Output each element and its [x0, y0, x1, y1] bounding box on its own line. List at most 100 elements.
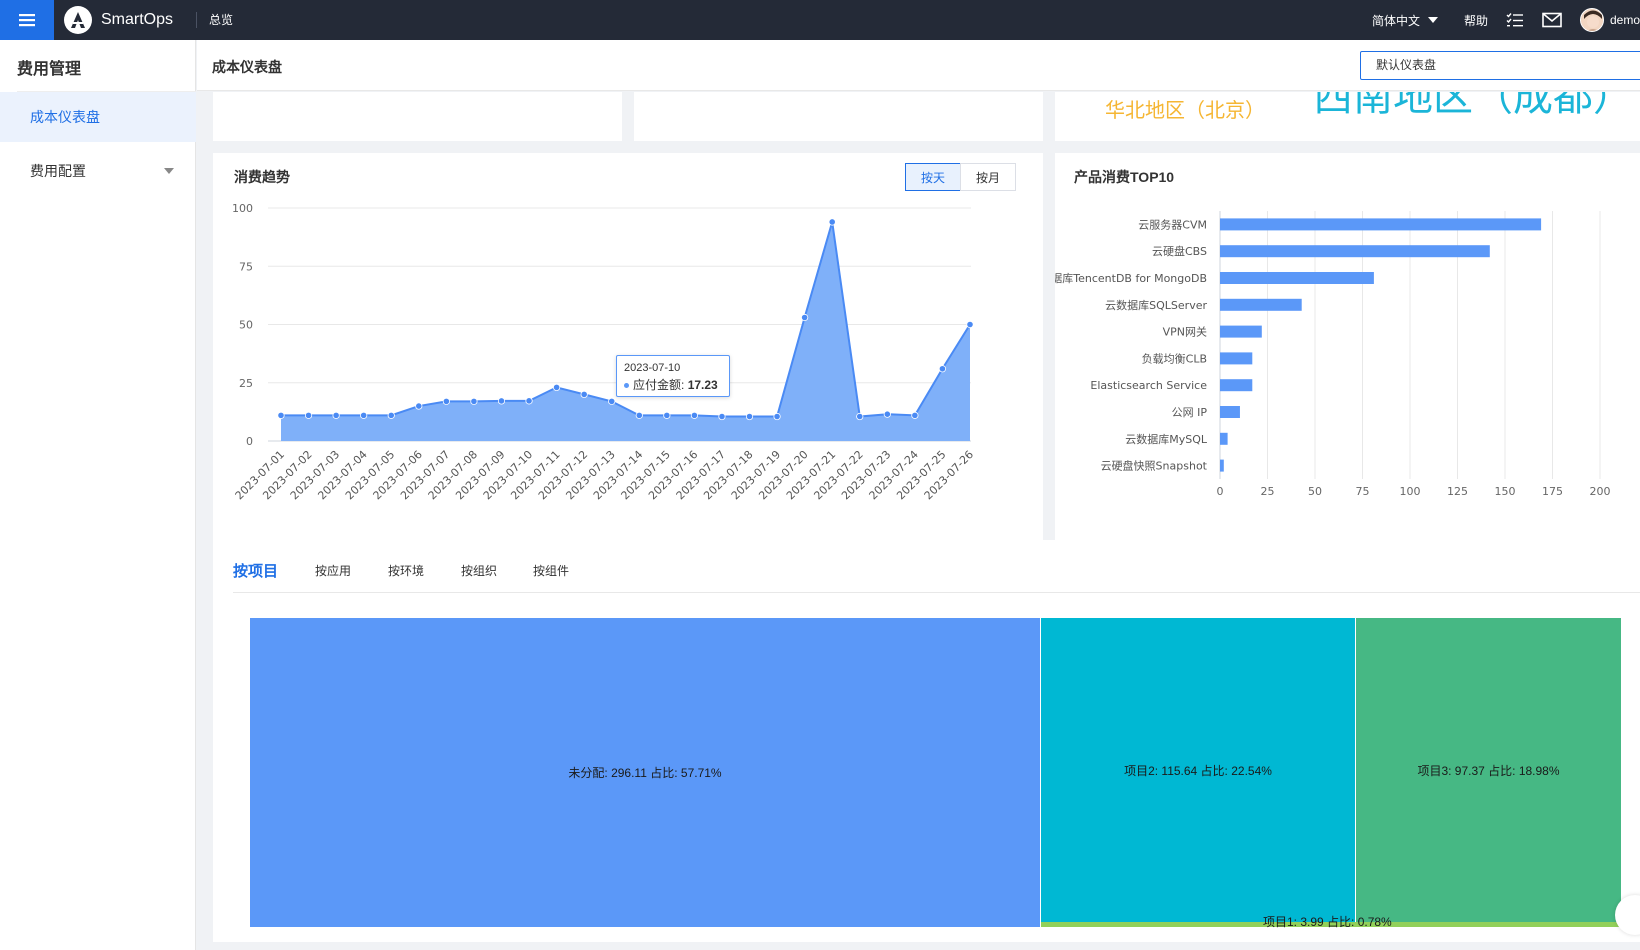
treemap-label: 未分配: 296.11 占比: 57.71%: [568, 766, 722, 780]
trend-chart-card: 消费趋势 按天 按月 0 25 50 75 100 2023-07-01 2023-07-0…: [213, 153, 1043, 540]
category-label: 公网 IP: [1172, 406, 1208, 419]
hamburger-icon: [19, 14, 35, 27]
data-point: [552, 383, 561, 392]
page-title: 成本仪表盘: [212, 59, 282, 75]
bar: [1220, 379, 1253, 392]
data-point: [608, 397, 616, 405]
x-tick-label: 125: [1447, 485, 1468, 498]
tooltip-value: 17.23: [687, 378, 718, 392]
bar: [1220, 352, 1253, 365]
y-tick-label: 50: [239, 319, 253, 332]
data-point: [745, 412, 754, 421]
data-point: [828, 218, 836, 226]
region-card: 华北地区（北京） 西南地区（成都）: [1055, 92, 1640, 141]
bar: [1220, 459, 1224, 472]
category-label: 云数据库SQLServer: [1105, 298, 1207, 312]
treemap-cell-project2[interactable]: 项目2: 115.64 占比: 22.54%: [1041, 618, 1355, 922]
sidebar-item-label: 成本仪表盘: [30, 109, 100, 125]
data-point: [442, 397, 450, 405]
tooltip-row: 应付金额: 17.23: [624, 376, 722, 393]
data-point: [690, 411, 698, 419]
tab-by-project[interactable]: 按项目: [233, 560, 278, 581]
treemap-cell-unallocated[interactable]: 未分配: 296.11 占比: 57.71%: [250, 618, 1040, 927]
series-dot-icon: [624, 383, 629, 389]
trend-chart[interactable]: 02550751002023-07-012023-07-022023-07-03…: [213, 153, 1043, 540]
data-point: [883, 410, 891, 418]
overview-link[interactable]: 总览: [209, 11, 233, 28]
data-point: [635, 411, 643, 419]
bar: [1220, 298, 1302, 311]
data-point: [387, 411, 395, 419]
tab-by-component[interactable]: 按组件: [533, 562, 569, 579]
breakdown-tabs: 按项目 按应用 按环境 按组织 按组件: [233, 540, 1640, 593]
category-label: 负载均衡CLB: [1142, 351, 1207, 365]
x-tick-label: 0: [1217, 485, 1224, 498]
user-avatar[interactable]: [1580, 8, 1604, 32]
sidebar: 费用管理 成本仪表盘 费用配置: [0, 40, 196, 950]
category-label: 云数据库MySQL: [1125, 432, 1208, 446]
task-list-icon[interactable]: [1506, 12, 1524, 28]
x-tick-label: 50: [1308, 485, 1322, 498]
y-tick-label: 0: [246, 435, 253, 448]
x-tick-label: 200: [1590, 485, 1611, 498]
data-point: [938, 365, 947, 373]
category-label: 云硬盘CBS: [1152, 244, 1207, 258]
data-point: [332, 411, 340, 419]
tab-by-environment[interactable]: 按环境: [388, 562, 424, 579]
treemap-label: 项目3: 97.37 占比: 18.98%: [1417, 763, 1560, 778]
hamburger-menu-button[interactable]: [0, 0, 54, 40]
category-label: 云数据库TencentDB for MongoDB: [1055, 271, 1207, 285]
data-point: [525, 397, 533, 405]
x-tick-label: 100: [1400, 485, 1421, 498]
summary-card: [634, 92, 1043, 141]
category-label: 云服务器CVM: [1138, 218, 1207, 231]
data-point: [360, 411, 368, 419]
x-tick-label: 150: [1495, 485, 1516, 498]
category-label: VPN网关: [1163, 325, 1207, 339]
sidebar-item-cost-config[interactable]: 费用配置: [0, 146, 196, 196]
bar: [1220, 406, 1240, 418]
data-point: [773, 412, 781, 421]
category-label: Elasticsearch Service: [1090, 379, 1207, 392]
sidebar-item-label: 费用配置: [30, 163, 86, 179]
data-point: [470, 397, 478, 405]
language-label: 简体中文: [1371, 13, 1420, 28]
app-logo[interactable]: SmartOps: [64, 4, 173, 36]
y-tick-label: 100: [232, 202, 253, 215]
bar: [1220, 245, 1490, 258]
data-point: [663, 411, 671, 419]
data-point: [580, 390, 588, 398]
chart-tooltip: 2023-07-10 应付金额: 17.23: [616, 355, 730, 397]
treemap-cell-project3[interactable]: 项目3: 97.37 占比: 18.98%: [1356, 618, 1621, 922]
data-point: [966, 320, 974, 329]
app-name: SmartOps: [101, 11, 174, 28]
treemap-label: 项目1: 3.99 占比: 0.78%: [1263, 915, 1392, 929]
data-point: [415, 402, 423, 410]
region-label: 西南地区（成都）: [1313, 92, 1633, 119]
data-point: [911, 411, 919, 419]
bar: [1220, 432, 1228, 445]
help-link[interactable]: 帮助: [1464, 12, 1488, 29]
data-point: [277, 411, 285, 419]
logo-icon: [64, 6, 92, 34]
data-point: [801, 313, 809, 322]
chevron-down-icon: [164, 168, 174, 174]
x-tick-label: 175: [1542, 485, 1563, 498]
y-tick-label: 25: [239, 377, 253, 390]
tooltip-label: 应付金额:: [633, 378, 685, 392]
top-navbar: SmartOps 总览 简体中文 帮助 demo: [0, 0, 1640, 40]
y-tick-label: 75: [239, 260, 253, 273]
tab-by-application[interactable]: 按应用: [315, 562, 351, 579]
x-tick-label: 25: [1261, 485, 1275, 498]
mail-icon[interactable]: [1542, 12, 1562, 28]
dashboard-select[interactable]: 默认仪表盘: [1360, 51, 1640, 80]
summary-card: [213, 92, 622, 141]
username[interactable]: demo: [1610, 13, 1640, 27]
bar: [1220, 325, 1262, 338]
top10-chart[interactable]: 0 25 50 75 100 125 150 175 200 云服务器CVM 云硬盘CBS 云数据库T…: [1055, 153, 1640, 540]
bar: [1220, 272, 1374, 284]
tab-by-organization[interactable]: 按组织: [461, 562, 497, 579]
sidebar-item-cost-dashboard[interactable]: 成本仪表盘: [0, 92, 196, 142]
top10-chart-card: 产品消费TOP10 0 25 50 75 100 125 150 175 200 云服务器CVM 云…: [1055, 153, 1640, 540]
language-selector[interactable]: 简体中文: [1372, 12, 1438, 29]
